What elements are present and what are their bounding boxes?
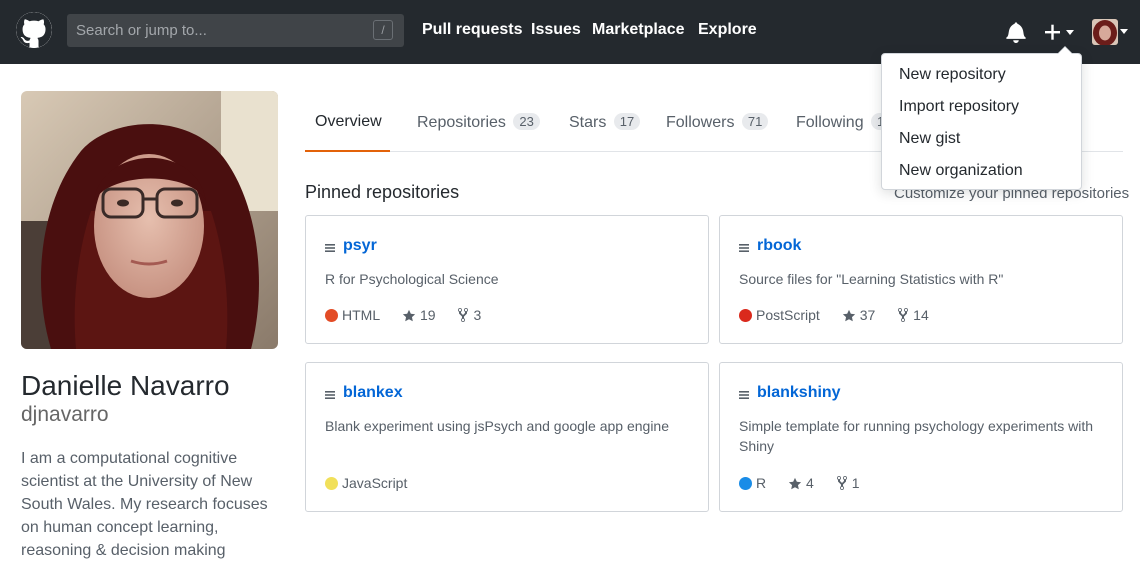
repo-name-link[interactable]: blankex <box>343 384 403 402</box>
dropdown-new-organization[interactable]: New organization <box>882 159 1081 191</box>
repo-language: R <box>739 475 766 491</box>
language-label: HTML <box>342 307 381 323</box>
repo-icon <box>739 391 749 399</box>
nav-marketplace[interactable]: Marketplace <box>592 21 685 39</box>
star-icon <box>402 309 416 322</box>
repo-language: HTML <box>325 307 380 323</box>
pinned-repo-card: blankshiny Simple template for running p… <box>719 362 1123 512</box>
repo-stars[interactable]: 37 <box>842 307 876 323</box>
tab-label: Repositories <box>417 114 506 131</box>
dropdown-new-repository[interactable]: New repository <box>882 63 1081 95</box>
dropdown-import-repository[interactable]: Import repository <box>882 95 1081 127</box>
nav-issues[interactable]: Issues <box>531 21 581 39</box>
github-logo-icon[interactable] <box>16 12 52 48</box>
stars-count: 4 <box>806 475 814 491</box>
repo-name-link[interactable]: blankshiny <box>757 384 841 402</box>
language-label: R <box>756 475 767 491</box>
forks-count: 1 <box>851 475 860 491</box>
search-shortcut-hint: / <box>373 20 393 40</box>
tab-counter: 23 <box>513 113 540 130</box>
profile-avatar[interactable] <box>21 91 278 349</box>
repo-description: Blank experiment using jsPsych and googl… <box>325 418 670 434</box>
repo-forks[interactable]: 3 <box>457 307 481 323</box>
pinned-repo-card: blankex Blank experiment using jsPsych a… <box>305 362 709 512</box>
language-color-dot <box>325 477 338 490</box>
fork-icon <box>836 476 847 490</box>
tab-label: Followers <box>666 114 735 131</box>
fork-icon <box>898 308 909 322</box>
create-new-dropdown: New repository Import repository New gis… <box>881 46 1082 191</box>
profile-bio: I am a computational cognitive scientist… <box>21 450 268 559</box>
dropdown-new-gist[interactable]: New gist <box>882 127 1081 159</box>
notification-bell-icon[interactable] <box>1006 21 1026 43</box>
tab-repositories[interactable]: Repositories 23 <box>417 104 540 152</box>
tab-label: Overview <box>315 113 382 130</box>
repo-language: JavaScript <box>325 475 407 491</box>
repo-description: Source files for "Learning Statistics wi… <box>739 271 1004 287</box>
repo-meta: JavaScript <box>325 475 425 493</box>
repo-forks[interactable]: 1 <box>836 475 860 491</box>
language-label: JavaScript <box>342 475 408 491</box>
create-new-plus-icon[interactable] <box>1042 20 1076 44</box>
nav-pull-requests[interactable]: Pull requests <box>422 21 522 39</box>
repo-name-link[interactable]: psyr <box>343 237 377 255</box>
pinned-repo-card: psyr R for Psychological Science HTML 19… <box>305 215 709 344</box>
pinned-repo-card: rbook Source files for "Learning Statist… <box>719 215 1123 344</box>
repo-language: PostScript <box>739 307 820 323</box>
repo-description: R for Psychological Science <box>325 271 499 287</box>
repo-icon <box>325 244 335 252</box>
repo-stars[interactable]: 4 <box>788 475 814 491</box>
search-input[interactable] <box>67 14 367 47</box>
stars-count: 19 <box>420 307 436 323</box>
repo-icon <box>325 391 335 399</box>
profile-username: djnavarro <box>21 403 109 426</box>
tab-label: Stars <box>569 114 607 131</box>
repo-forks[interactable]: 14 <box>897 307 929 323</box>
forks-count: 3 <box>473 307 482 323</box>
repo-icon <box>739 244 749 252</box>
search-box[interactable]: / <box>67 14 404 47</box>
nav-explore[interactable]: Explore <box>698 21 757 39</box>
stars-count: 37 <box>859 307 876 323</box>
profile-full-name: Danielle Navarro <box>21 370 230 401</box>
tab-followers[interactable]: Followers 71 <box>666 104 769 152</box>
tab-stars[interactable]: Stars 17 <box>569 104 641 152</box>
repo-name-link[interactable]: rbook <box>757 237 801 255</box>
repo-meta: R 4 1 <box>739 475 878 493</box>
language-color-dot <box>325 309 338 322</box>
repo-description: Simple template for running psychology e… <box>739 418 1094 454</box>
language-color-dot <box>739 309 752 322</box>
fork-icon <box>458 308 469 322</box>
tab-counter: 17 <box>613 113 641 130</box>
language-color-dot <box>739 477 752 490</box>
tab-overview[interactable]: Overview <box>305 104 390 152</box>
tab-counter: 71 <box>741 113 769 130</box>
star-icon <box>788 477 802 490</box>
tab-label: Following <box>796 114 864 131</box>
repo-stars[interactable]: 19 <box>402 307 436 323</box>
forks-count: 14 <box>913 307 929 323</box>
repo-meta: HTML 19 3 <box>325 307 499 325</box>
pinned-repositories-title: Pinned repositories <box>305 182 460 202</box>
repo-meta: PostScript 37 14 <box>739 307 947 325</box>
user-avatar-menu[interactable] <box>1092 19 1118 45</box>
star-icon <box>842 309 855 322</box>
chevron-down-icon[interactable] <box>1120 29 1128 34</box>
language-label: PostScript <box>756 307 820 323</box>
